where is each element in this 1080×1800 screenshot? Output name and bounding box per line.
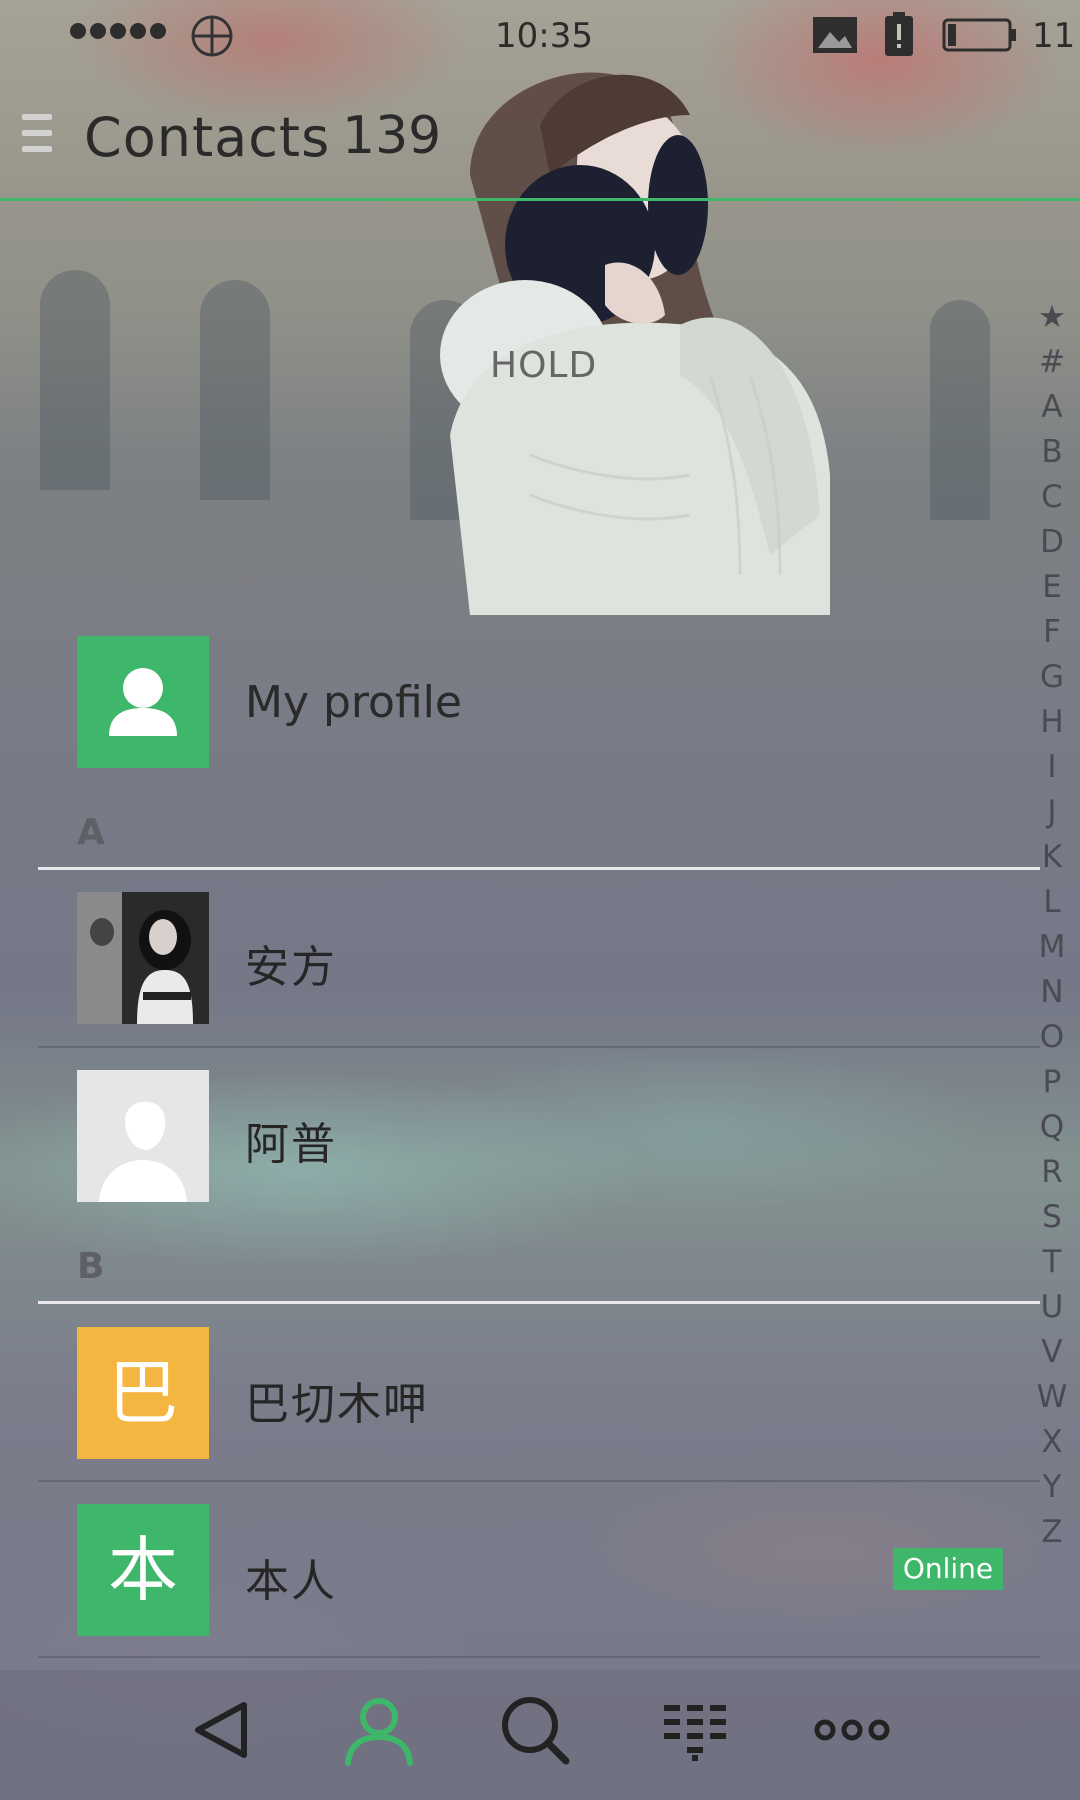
alphabet-index[interactable]: ★ # A B C D E F G H I J K L M N O P Q R … (1030, 295, 1074, 1555)
section-header-a: A (77, 812, 105, 853)
contact-row[interactable]: 阿普 (0, 1064, 1020, 1214)
index-m[interactable]: M (1030, 925, 1074, 970)
index-s[interactable]: S (1030, 1195, 1074, 1240)
index-y[interactable]: Y (1030, 1465, 1074, 1510)
hold-label: HOLD (490, 345, 598, 386)
contact-avatar-photo (77, 892, 209, 1024)
battery-icon (942, 18, 1016, 52)
menu-icon[interactable] (22, 114, 52, 156)
index-n[interactable]: N (1030, 970, 1074, 1015)
index-j[interactable]: J (1030, 790, 1074, 835)
row-divider (38, 1656, 1040, 1658)
globe-icon (191, 15, 233, 57)
contact-name: 安方 (245, 942, 337, 993)
index-q[interactable]: Q (1030, 1105, 1074, 1150)
index-i[interactable]: I (1030, 745, 1074, 790)
index-d[interactable]: D (1030, 520, 1074, 565)
dialpad-icon[interactable] (650, 1685, 740, 1775)
index-u[interactable]: U (1030, 1285, 1074, 1330)
contact-name: 巴切木呷 (245, 1379, 429, 1430)
index-x[interactable]: X (1030, 1420, 1074, 1465)
signal-dots-icon (70, 23, 166, 39)
image-icon (813, 17, 857, 53)
app-header: Contacts 139 (0, 80, 1080, 200)
contact-name: 阿普 (245, 1119, 337, 1170)
clock: 10:35 (495, 16, 593, 56)
section-header-b: B (77, 1246, 105, 1287)
contact-name: 本人 (245, 1556, 337, 1607)
index-hash[interactable]: # (1030, 340, 1074, 385)
contact-avatar-letter: 本 (77, 1504, 209, 1636)
back-icon[interactable] (178, 1685, 268, 1775)
index-z[interactable]: Z (1030, 1510, 1074, 1555)
status-bar: 10:35 11 (0, 0, 1080, 72)
contact-avatar-letter: 巴 (77, 1327, 209, 1459)
index-w[interactable]: W (1030, 1375, 1074, 1420)
battery-percent: 11 (1032, 16, 1076, 56)
search-icon[interactable] (490, 1685, 580, 1775)
person-icon (109, 668, 177, 736)
header-divider (0, 198, 1080, 201)
index-c[interactable]: C (1030, 475, 1074, 520)
row-divider (38, 1480, 1040, 1482)
more-icon[interactable] (807, 1685, 897, 1775)
default-avatar-icon (99, 1101, 187, 1202)
index-a[interactable]: A (1030, 385, 1074, 430)
my-profile-row[interactable]: My profile (0, 630, 1020, 770)
index-g[interactable]: G (1030, 655, 1074, 700)
contact-row[interactable]: 安方 (0, 888, 1020, 1038)
index-f[interactable]: F (1030, 610, 1074, 655)
profile-avatar (77, 636, 209, 768)
row-divider (38, 1046, 1040, 1048)
contact-row[interactable]: 本 本人 (0, 1498, 1020, 1648)
section-divider-a (38, 867, 1040, 870)
index-e[interactable]: E (1030, 565, 1074, 610)
bottom-nav (0, 1670, 1080, 1800)
page-title: Contacts (84, 106, 331, 169)
online-badge: Online (893, 1548, 1003, 1590)
index-star[interactable]: ★ (1030, 295, 1074, 340)
contacts-icon[interactable] (334, 1685, 424, 1775)
index-t[interactable]: T (1030, 1240, 1074, 1285)
section-divider-b (38, 1301, 1040, 1304)
index-r[interactable]: R (1030, 1150, 1074, 1195)
index-v[interactable]: V (1030, 1330, 1074, 1375)
battery-alert-icon (885, 12, 913, 56)
index-b[interactable]: B (1030, 430, 1074, 475)
contacts-count: 139 (342, 106, 442, 166)
my-profile-label: My profile (245, 677, 462, 728)
index-k[interactable]: K (1030, 835, 1074, 880)
contact-row[interactable]: 巴 巴切木呷 (0, 1322, 1020, 1472)
index-h[interactable]: H (1030, 700, 1074, 745)
index-p[interactable]: P (1030, 1060, 1074, 1105)
index-o[interactable]: O (1030, 1015, 1074, 1060)
index-l[interactable]: L (1030, 880, 1074, 925)
contact-avatar-default (77, 1070, 209, 1202)
